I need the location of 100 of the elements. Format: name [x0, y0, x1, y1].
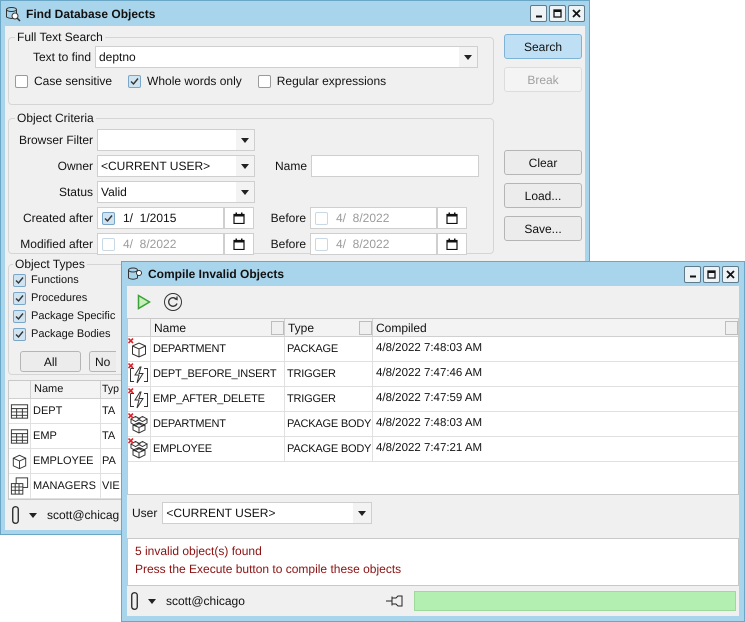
checkbox[interactable]: [315, 238, 328, 250]
minimize-button[interactable]: [684, 266, 701, 282]
calendar-button[interactable]: [437, 207, 467, 229]
dropdown-caret-icon: [358, 510, 366, 516]
calendar-button[interactable]: [224, 233, 254, 255]
checkbox[interactable]: [102, 238, 115, 250]
database-search-icon: [5, 6, 21, 22]
boxes-icon: [128, 413, 150, 435]
checkbox[interactable]: [15, 74, 28, 88]
table-cell-text: VIE: [101, 478, 121, 494]
checkbox[interactable]: [13, 328, 26, 340]
user-field[interactable]: <CURRENT USER>: [162, 502, 372, 524]
lightning-icon: [128, 363, 150, 385]
window-title: Compile Invalid Objects: [148, 266, 286, 283]
play-icon: [137, 294, 151, 310]
execute-button[interactable]: [137, 294, 151, 310]
name-field[interactable]: [311, 155, 479, 177]
field-label: Before: [270, 210, 307, 227]
table-cell: MANAGERS: [31, 474, 101, 498]
checkbox[interactable]: [13, 292, 26, 304]
refresh-icon: [163, 292, 183, 312]
field-label: User: [132, 505, 158, 522]
calendar-icon: [233, 212, 245, 224]
checkbox-label: Procedures: [31, 290, 88, 306]
checkbox[interactable]: [13, 310, 26, 322]
owner-field[interactable]: <CURRENT USER>: [97, 155, 255, 177]
close-button[interactable]: [722, 266, 739, 282]
select-button[interactable]: No: [89, 351, 116, 372]
lightning-icon: [128, 388, 150, 410]
group-title: Object Types: [14, 256, 86, 273]
toggle-icon: [131, 592, 138, 610]
table-cell: PACKAGE BODY: [285, 412, 373, 436]
dropdown-caret-icon: [29, 512, 37, 518]
column-header[interactable]: Name: [151, 319, 285, 336]
action-button[interactable]: Load...: [504, 183, 582, 208]
browser-filter-field[interactable]: [97, 129, 255, 151]
checkbox[interactable]: [13, 274, 26, 286]
checkbox-label: Package Specific: [31, 308, 116, 324]
date-field[interactable]: 1/ 1/2015: [97, 207, 224, 229]
close-button[interactable]: [568, 5, 585, 22]
action-button[interactable]: Save...: [504, 216, 582, 241]
field-label: Owner: [56, 158, 94, 175]
table-cell-text: PA: [101, 454, 117, 469]
dropdown-caret-icon: [464, 54, 472, 60]
table-cell-text: 4/8/2022 7:47:21 AM: [375, 441, 484, 456]
field-label: Status: [58, 184, 94, 201]
checkbox[interactable]: [258, 74, 271, 88]
field-label: Browser Filter: [18, 132, 94, 149]
pin-icon: [386, 595, 404, 607]
calendar-icon: [446, 212, 458, 224]
table-cell: PACKAGE: [285, 337, 373, 361]
calendar-icon: [446, 238, 458, 250]
dropdown-caret-icon: [241, 138, 249, 142]
maximize-button[interactable]: [703, 266, 720, 282]
column-header[interactable]: Typ: [101, 381, 121, 398]
table-cell: TRIGGER: [285, 387, 373, 411]
field-label: Before: [270, 236, 307, 253]
table-cell-text: TA: [101, 404, 116, 419]
filter-toggle[interactable]: [725, 320, 738, 334]
minimize-button[interactable]: [530, 5, 547, 22]
status-field[interactable]: Valid: [97, 181, 255, 203]
column-header[interactable]: Type: [285, 319, 373, 336]
checkbox[interactable]: [102, 212, 115, 224]
table-cell: EMPLOYEE: [31, 449, 101, 473]
maximize-icon: [707, 270, 716, 278]
field-label: Name: [274, 158, 308, 175]
table-cell: EMP: [31, 424, 101, 448]
column-header[interactable]: Name: [31, 381, 101, 398]
maximize-icon: [553, 9, 562, 18]
filter-toggle[interactable]: [271, 320, 284, 334]
refresh-button[interactable]: [163, 292, 183, 312]
checkbox[interactable]: [128, 74, 142, 88]
connection-label[interactable]: scott@chicag: [47, 506, 120, 524]
maximize-button[interactable]: [549, 5, 566, 22]
table-cell: DEPT_BEFORE_INSERT: [151, 362, 285, 386]
action-button[interactable]: Search: [504, 34, 582, 59]
text-to-find-field[interactable]: deptno: [95, 46, 478, 68]
calendar-icon: [233, 238, 245, 250]
table-cell-text: 4/8/2022 7:47:59 AM: [375, 391, 484, 406]
checkbox-label: Case sensitive: [34, 73, 112, 90]
checkbox-label: Whole words only: [147, 73, 242, 90]
dropdown-caret-icon: [241, 190, 249, 194]
field-label: Modified after: [19, 236, 94, 253]
connection-label[interactable]: scott@chicago: [166, 592, 376, 610]
checkbox[interactable]: [315, 212, 328, 224]
column-header[interactable]: Compiled: [373, 319, 738, 336]
window-title: Find Database Objects: [26, 6, 156, 22]
table-cell: PACKAGE BODY: [285, 437, 373, 461]
table-cell: DEPARTMENT: [151, 337, 285, 361]
calendar-button[interactable]: [437, 233, 467, 255]
calendar-button[interactable]: [224, 207, 254, 229]
checkbox-label: Regular expressions: [276, 73, 386, 90]
close-icon: [726, 270, 735, 278]
close-icon: [572, 9, 581, 18]
table-cell-text: 4/8/2022 7:48:03 AM: [375, 416, 484, 432]
select-button[interactable]: All: [20, 351, 81, 372]
action-button[interactable]: Clear: [504, 150, 582, 175]
table-cell-text: 4/8/2022 7:47:46 AM: [375, 366, 484, 382]
message-text: Press the Execute button to compile these objects: [135, 561, 402, 578]
filter-toggle[interactable]: [359, 320, 372, 334]
